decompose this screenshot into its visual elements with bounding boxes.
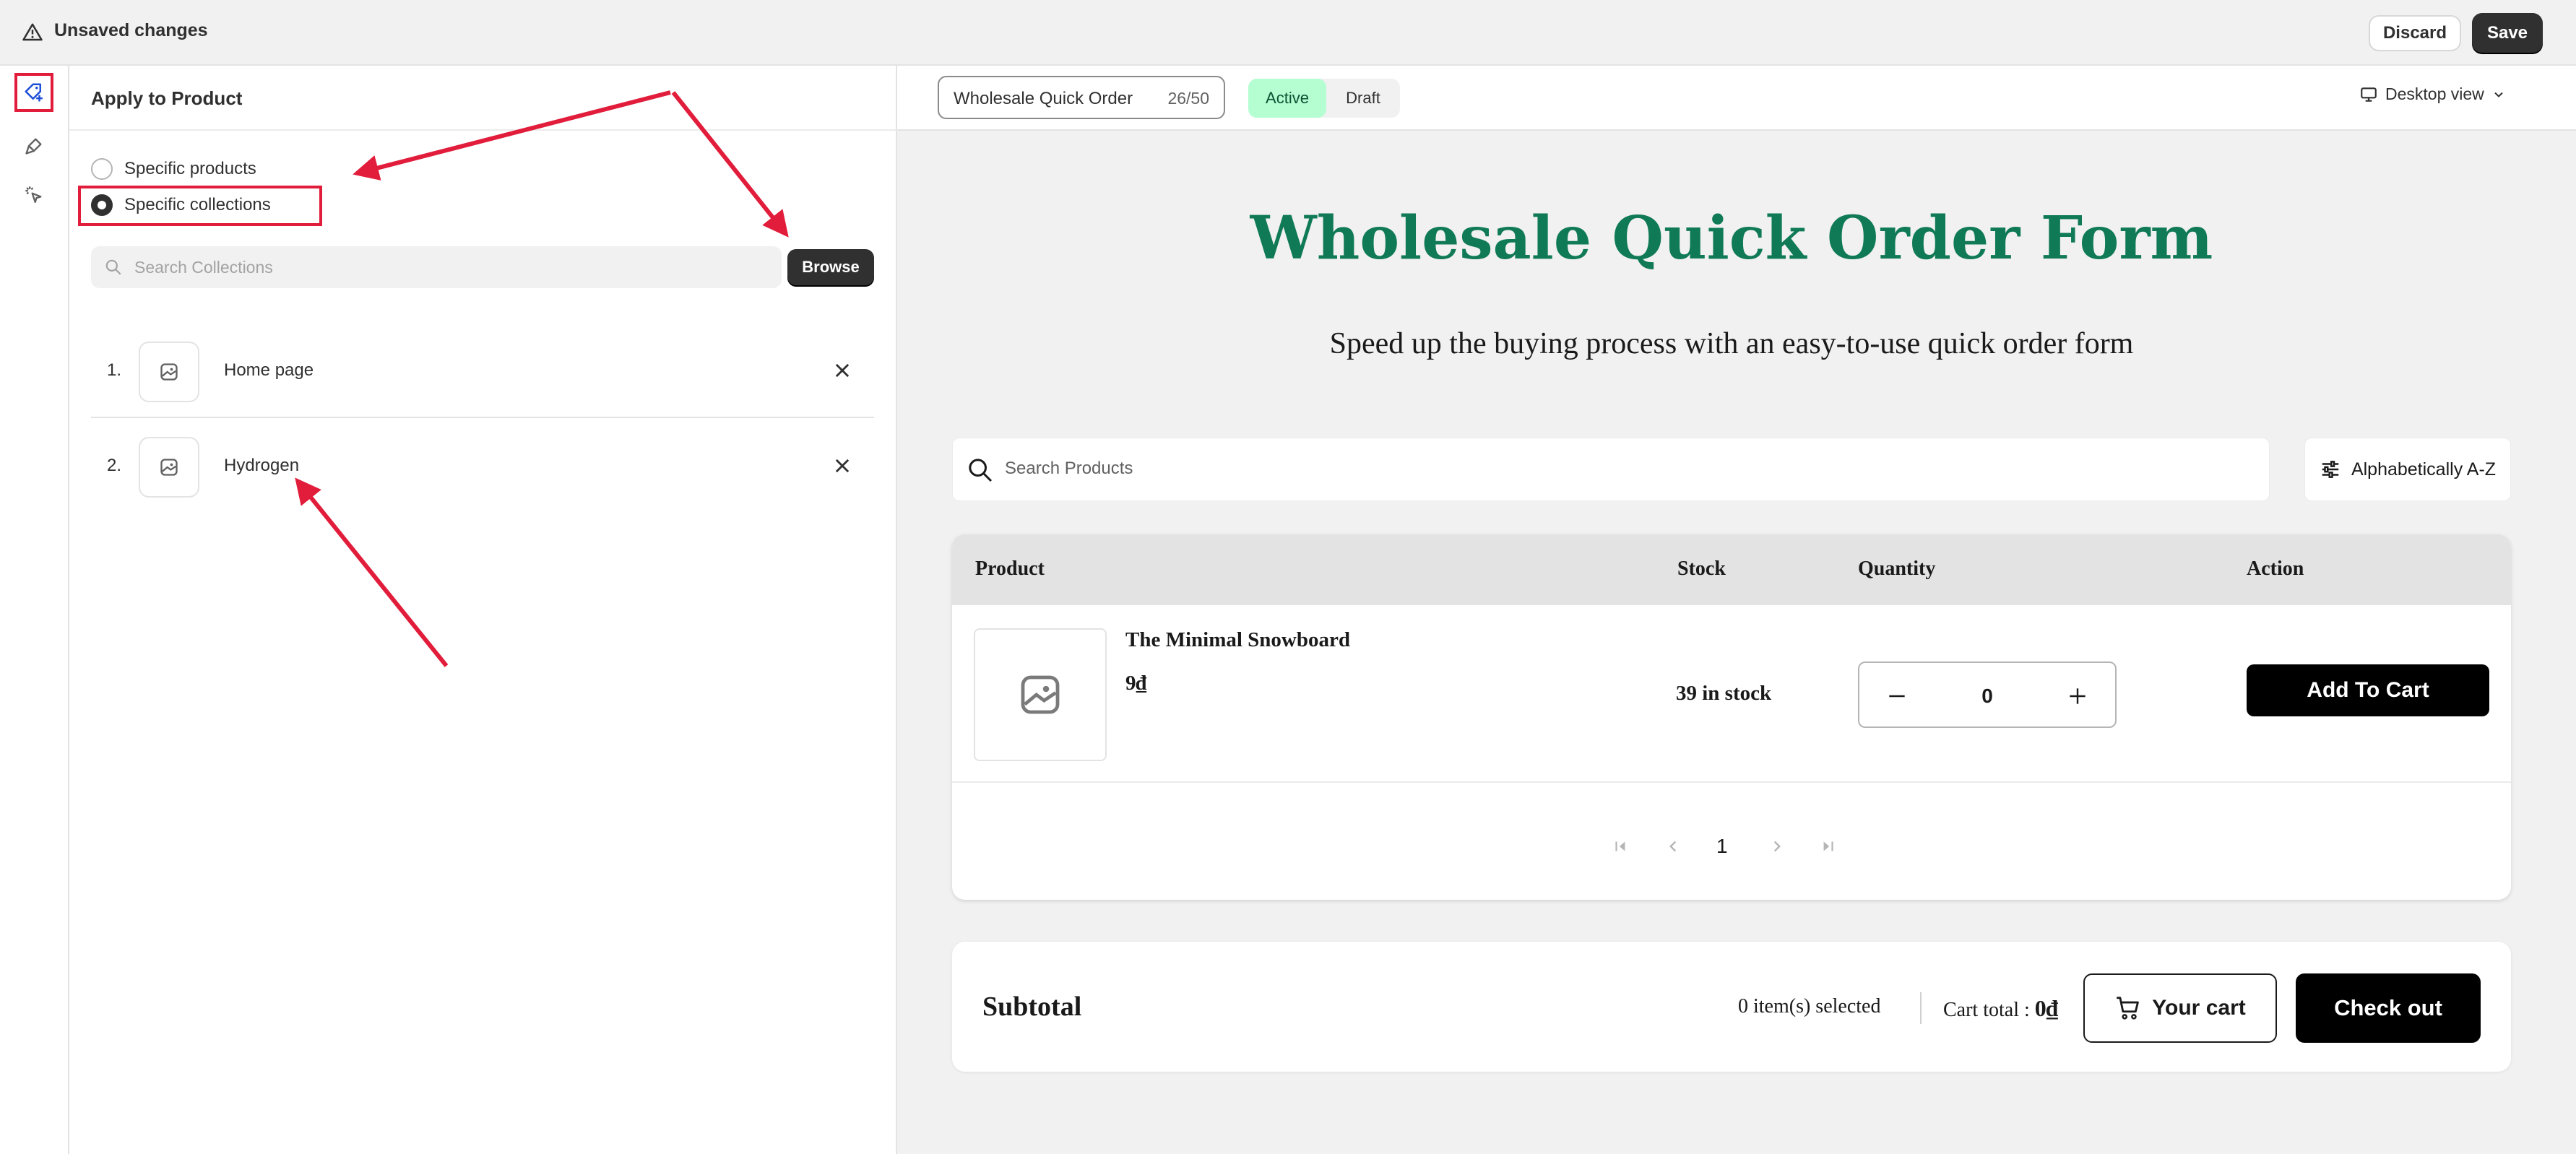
column-header-action: Action [2247, 558, 2304, 580]
remove-collection-button[interactable] [828, 356, 857, 385]
collection-thumbnail [139, 437, 199, 498]
image-placeholder-icon [160, 363, 178, 381]
panel-title: Apply to Product [91, 87, 243, 109]
your-cart-label: Your cart [2152, 996, 2246, 1020]
product-stock: 39 in stock [1676, 682, 1772, 705]
next-page-button[interactable] [1763, 832, 1791, 861]
tag-plus-icon [25, 83, 43, 102]
table-row: The Minimal Snowboard 9₫ 39 in stock 0 A… [952, 605, 2511, 783]
status-toggle: Active Draft [1248, 79, 1400, 118]
design-rail-button[interactable] [14, 126, 53, 165]
previous-page-button[interactable] [1659, 832, 1687, 861]
collection-item: 1. Home page [91, 324, 874, 418]
icon-rail [0, 66, 69, 1154]
column-header-product: Product [975, 558, 1045, 580]
cart-total-value: 0₫ [2034, 995, 2059, 1021]
add-to-cart-button[interactable]: Add To Cart [2247, 664, 2489, 716]
cart-total: Cart total : 0₫ [1943, 995, 2058, 1022]
sliders-icon [2322, 461, 2339, 478]
search-placeholder: Search Collections [134, 258, 273, 277]
chevron-right-icon [1773, 841, 1781, 852]
chevron-left-icon [1669, 841, 1677, 852]
apply-to-product-rail-button[interactable] [14, 73, 53, 112]
plus-icon [2070, 688, 2086, 704]
divider [1920, 992, 1922, 1024]
collection-name: Hydrogen [224, 456, 300, 475]
unsaved-changes-title: Unsaved changes [54, 20, 208, 40]
checkout-button[interactable]: Check out [2296, 973, 2481, 1043]
save-button[interactable]: Save [2472, 13, 2543, 53]
table-header: Product Stock Quantity Action [952, 534, 2511, 605]
column-header-quantity: Quantity [1858, 558, 1936, 580]
remove-collection-button[interactable] [828, 451, 857, 480]
form-name-value: Wholesale Quick Order [954, 89, 1133, 108]
interaction-rail-button[interactable] [14, 175, 53, 214]
search-icon [105, 259, 121, 275]
panel-header: Apply to Product [69, 66, 897, 131]
desktop-icon [2361, 87, 2377, 102]
click-icon [25, 186, 42, 204]
products-table: Product Stock Quantity Action The Minima… [952, 534, 2511, 900]
form-title: Wholesale Quick Order Form [1250, 204, 2213, 273]
device-view-select[interactable]: Desktop view [2359, 84, 2506, 104]
search-products-placeholder: Search Products [1005, 459, 1133, 478]
image-placeholder-icon [1021, 675, 1060, 714]
increase-quantity-button[interactable] [2060, 679, 2095, 713]
device-view-label: Desktop view [2385, 84, 2484, 103]
product-name: The Minimal Snowboard [1125, 628, 1350, 651]
collection-thumbnail [139, 342, 199, 402]
cart-icon [2117, 997, 2140, 1020]
annotation-box-collections [78, 186, 322, 226]
your-cart-button[interactable]: Your cart [2083, 973, 2277, 1043]
product-price: 9₫ [1125, 672, 1147, 695]
status-active-option[interactable]: Active [1248, 79, 1326, 118]
radio-specific-products[interactable]: Specific products [91, 158, 256, 180]
warning-icon [22, 23, 43, 41]
close-icon [835, 459, 850, 473]
current-page-number[interactable]: 1 [1716, 835, 1728, 858]
sort-button[interactable]: Alphabetically A-Z [2304, 438, 2511, 501]
collection-name: Home page [224, 360, 314, 380]
image-placeholder-icon [160, 459, 178, 476]
first-page-icon [1615, 841, 1625, 851]
collection-index: 2. [107, 456, 122, 475]
status-draft-option[interactable]: Draft [1326, 79, 1400, 118]
last-page-icon [1823, 841, 1833, 851]
form-name-input[interactable]: Wholesale Quick Order 26/50 [938, 76, 1225, 119]
subtotal-label: Subtotal [982, 992, 1082, 1022]
subtotal-bar: Subtotal 0 item(s) selected Cart total :… [952, 942, 2511, 1072]
character-count: 26/50 [1167, 89, 1209, 108]
brush-icon [25, 138, 42, 155]
close-icon [835, 363, 850, 378]
cart-total-label: Cart total : [1943, 999, 2035, 1021]
chevron-down-icon [2494, 92, 2503, 97]
first-page-button[interactable] [1607, 832, 1635, 861]
pagination: 1 [952, 829, 2511, 865]
discard-button[interactable]: Discard [2369, 15, 2461, 51]
search-icon [969, 459, 993, 482]
search-products-input[interactable]: Search Products [952, 438, 2270, 501]
sort-label: Alphabetically A-Z [2351, 459, 2497, 480]
column-header-stock: Stock [1677, 558, 1726, 580]
settings-panel: Apply to Product Specific products Speci… [69, 66, 897, 1154]
collection-index: 1. [107, 360, 122, 380]
product-thumbnail [974, 628, 1107, 761]
items-selected-text: 0 item(s) selected [1738, 995, 1881, 1018]
radio-circle[interactable] [91, 158, 113, 180]
browse-button[interactable]: Browse [787, 249, 874, 285]
quantity-stepper: 0 [1858, 661, 2117, 728]
form-subtitle: Speed up the buying process with an easy… [1329, 327, 2134, 360]
top-bar: Unsaved changes Discard Save [0, 0, 2576, 66]
preview-header: Wholesale Quick Order 26/50 Active Draft… [897, 66, 2576, 131]
radio-label: Specific products [124, 159, 256, 178]
last-page-button[interactable] [1813, 832, 1842, 861]
collection-item: 2. Hydrogen [91, 420, 874, 513]
search-collections-input[interactable]: Search Collections [91, 246, 782, 288]
